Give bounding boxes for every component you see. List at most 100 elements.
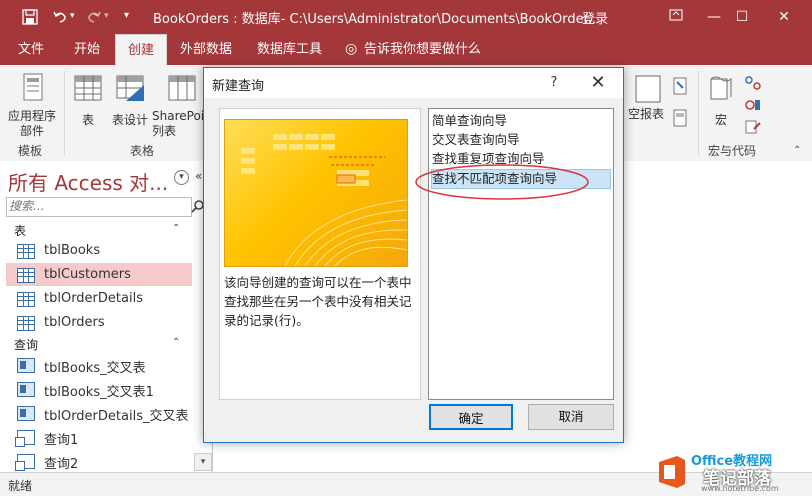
nav-item-table[interactable]: tblOrderDetails	[6, 287, 192, 310]
undo-dropdown-icon[interactable]: ▾	[70, 11, 75, 21]
nav-section-tables[interactable]: 表	[14, 222, 26, 239]
nav-scrollbar[interactable]: ▾	[194, 453, 212, 471]
select-query-icon	[15, 454, 35, 471]
maximize-icon: ☐	[735, 9, 749, 25]
help-button[interactable]: ?	[544, 72, 564, 94]
redo-dropdown-icon[interactable]: ▾	[104, 11, 109, 21]
watermark-line3: www.notetribe.com	[701, 484, 779, 493]
table-design-label: 表设计	[111, 113, 148, 127]
ribbon-tabs: 文件 开始 创建 外部数据 数据库工具 ◎ 告诉我你想要做什么	[0, 34, 812, 65]
table-icon	[74, 75, 102, 101]
sharepoint-list-label: SharePoi 列表	[152, 109, 205, 138]
office-logo-icon	[659, 456, 685, 488]
table-icon	[17, 292, 35, 307]
save-icon[interactable]	[22, 9, 38, 25]
collapse-section-icon[interactable]: ⌃	[172, 337, 180, 348]
tab-external-data[interactable]: 外部数据	[168, 34, 244, 65]
customize-qat-icon[interactable]: ▾	[124, 10, 129, 21]
table-icon	[17, 316, 35, 331]
app-parts-icon	[23, 73, 43, 101]
sharepoint-list-icon	[168, 75, 196, 101]
close-icon: ✕	[590, 72, 606, 93]
minimize-icon: —	[707, 9, 721, 25]
labels-icon[interactable]	[672, 109, 688, 127]
tab-create[interactable]: 创建	[115, 34, 168, 65]
watermark: Office教程网 笔记部落 www.notetribe.com	[655, 450, 805, 493]
macro-label: 宏	[714, 113, 727, 127]
group-macros-label: 宏与代码	[708, 144, 757, 158]
dialog-close-button[interactable]: ✕	[586, 71, 610, 95]
crosstab-query-icon	[17, 382, 35, 397]
ribbon-separator	[698, 71, 699, 155]
table-button[interactable]: 表	[70, 71, 106, 139]
module-icon[interactable]	[744, 75, 762, 91]
close-icon: ✕	[778, 9, 790, 25]
nav-item-query[interactable]: 查询2	[6, 449, 192, 472]
sharepoint-list-button[interactable]: SharePoi 列表	[152, 71, 204, 139]
macro-button[interactable]: 宏	[704, 71, 738, 139]
nav-section-queries[interactable]: 查询	[14, 336, 38, 353]
nav-search-input[interactable]	[7, 198, 159, 214]
group-templates-label: 模板	[18, 144, 43, 158]
close-window-button[interactable]: ✕	[770, 6, 798, 28]
nav-pane-title[interactable]: 所有 Access 对...	[8, 167, 168, 196]
nav-item-table[interactable]: tblCustomers	[6, 263, 192, 286]
ribbon-separator	[64, 71, 65, 155]
undo-icon[interactable]	[52, 9, 68, 25]
crosstab-query-icon	[17, 406, 35, 421]
nav-item-query[interactable]: tblBooks_交叉表	[6, 353, 192, 376]
table-icon	[17, 268, 35, 283]
wizard-description: 该向导创建的查询可以在一个表中查找那些在另一个表中没有相关记录的记录(行)。	[224, 275, 412, 328]
table-label: 表	[81, 113, 94, 127]
nav-item-table[interactable]: tblOrders	[6, 311, 192, 334]
login-link[interactable]: 登录	[582, 8, 608, 27]
app-parts-button[interactable]: 应用程序 部件	[4, 71, 60, 139]
window-title: BookOrders : 数据库- C:\Users\Administrator…	[153, 12, 601, 27]
wizard-preview-panel: 该向导创建的查询可以在一个表中查找那些在另一个表中没有相关记录的记录(行)。	[219, 108, 421, 400]
navigation-pane: 所有 Access 对... ▾ « 表 ⌃ tblBooks tblCusto…	[0, 161, 213, 472]
tab-file[interactable]: 文件	[6, 34, 56, 65]
ok-button[interactable]: 确定	[429, 404, 513, 430]
ribbon-display-icon	[669, 9, 683, 21]
tab-database-tools[interactable]: 数据库工具	[245, 34, 334, 65]
nav-item-query[interactable]: 查询1	[6, 425, 192, 448]
blank-report-button[interactable]: 空报表	[628, 107, 664, 122]
tab-home[interactable]: 开始	[62, 34, 112, 65]
redo-icon[interactable]	[86, 9, 102, 25]
dialog-title: 新建查询	[212, 79, 265, 94]
tell-me-box[interactable]: 告诉我你想要做什么	[352, 34, 493, 65]
wizard-option[interactable]: 交叉表查询向导	[432, 131, 610, 149]
dialog-title-bar: 新建查询 ? ✕	[204, 68, 623, 98]
maximize-button[interactable]: ☐	[728, 6, 756, 28]
new-query-dialog: 新建查询 ? ✕ 该向导创建的查询可以在一个表中查找那些在另一个表中没有相关记录	[203, 67, 624, 443]
table-design-button[interactable]: 表设计	[108, 71, 152, 139]
table-design-icon	[116, 75, 144, 101]
minimize-button[interactable]: —	[700, 6, 728, 28]
cancel-button[interactable]: 取消	[528, 404, 614, 430]
wizard-option[interactable]: 简单查询向导	[432, 112, 610, 130]
select-query-icon	[15, 430, 35, 447]
nav-item-table[interactable]: tblBooks	[6, 239, 192, 262]
nav-search-box	[6, 197, 192, 217]
wizard-illustration	[224, 119, 408, 267]
nav-item-query[interactable]: tblBooks_交叉表1	[6, 377, 192, 400]
group-tables-label: 表格	[130, 144, 155, 158]
wizard-list: 简单查询向导 交叉表查询向导 查找重复项查询向导 查找不匹配项查询向导	[428, 108, 614, 400]
nav-item-query[interactable]: tblOrderDetails_交叉表	[6, 401, 192, 424]
class-module-icon[interactable]	[744, 97, 762, 113]
collapse-ribbon-icon[interactable]: ⌃	[793, 145, 801, 156]
status-text: 就绪	[8, 479, 33, 493]
annotation-ellipse	[415, 164, 589, 200]
report-icon	[635, 75, 661, 103]
table-icon	[17, 244, 35, 259]
collapse-section-icon[interactable]: ⌃	[172, 223, 180, 234]
wizard-illustration-graphic	[241, 134, 407, 266]
title-bar: ▾ ▾ ▾ BookOrders : 数据库- C:\Users\Adminis…	[0, 0, 812, 34]
app-parts-label: 应用程序 部件	[7, 109, 56, 138]
nav-menu-chevron-icon[interactable]: ▾	[174, 170, 189, 185]
shutter-bar-icon[interactable]: «	[195, 169, 202, 183]
ribbon-display-button[interactable]	[662, 6, 690, 28]
report-wizard-icon[interactable]	[672, 77, 688, 95]
macro-icon	[710, 76, 732, 100]
visual-basic-icon[interactable]	[744, 119, 762, 135]
